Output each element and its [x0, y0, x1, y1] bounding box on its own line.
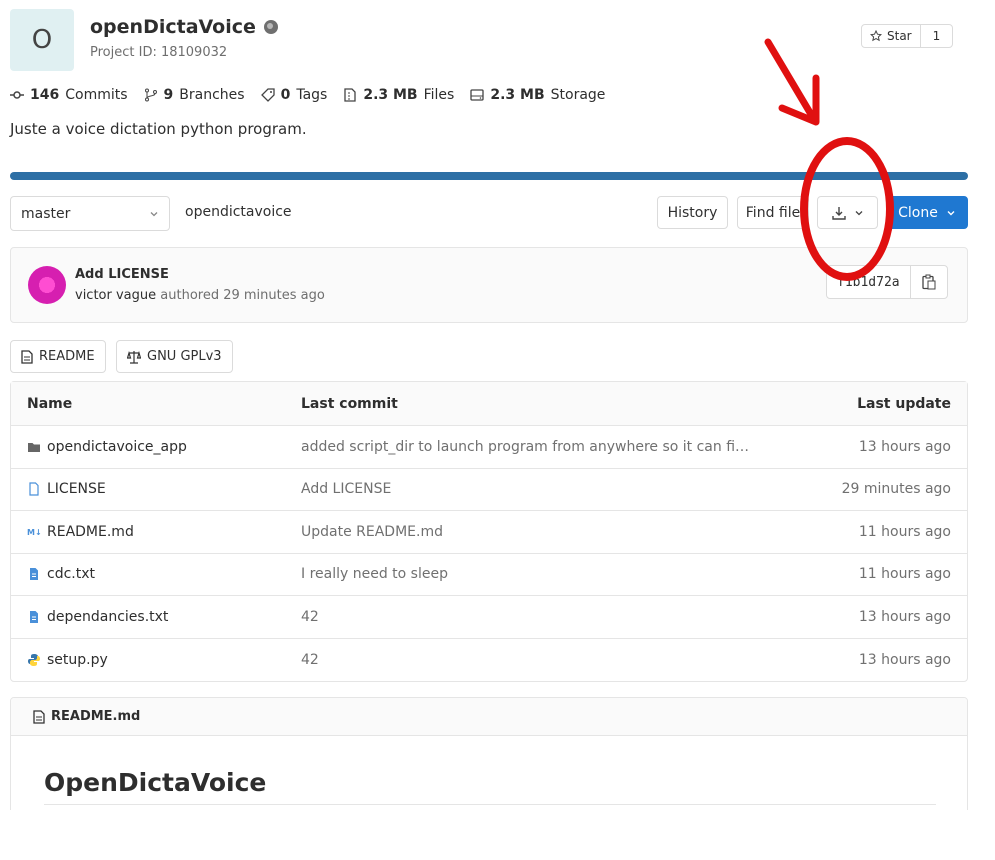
commit-time: authored 29 minutes ago	[160, 288, 325, 303]
file-name[interactable]: dependancies.txt	[47, 609, 168, 625]
page-bottom	[0, 810, 995, 860]
chevron-down-icon	[947, 210, 955, 215]
file-name[interactable]: setup.py	[47, 652, 108, 668]
commit-meta: victor vague authored 29 minutes ago	[75, 288, 325, 303]
table-header: Name Last commit Last update	[11, 382, 967, 426]
text-file-icon	[30, 568, 38, 581]
last-commit-panel: Add LICENSE victor vague authored 29 min…	[10, 247, 968, 323]
table-row[interactable]: setup.py 42 13 hours ago	[11, 639, 967, 682]
branch-dropdown[interactable]: master	[10, 196, 170, 231]
table-row[interactable]: opendictavoice_app added script_dir to l…	[11, 426, 967, 469]
history-button[interactable]: History	[657, 196, 728, 229]
file-updated: 29 minutes ago	[841, 481, 951, 498]
project-description: Juste a voice dictation python program.	[10, 120, 307, 138]
file-updated: 13 hours ago	[858, 608, 951, 625]
file-commit-message[interactable]: added script_dir to launch program from …	[301, 439, 761, 455]
file-updated: 13 hours ago	[858, 651, 951, 668]
file-name[interactable]: README.md	[47, 524, 134, 540]
commit-title[interactable]: Add LICENSE	[75, 267, 169, 282]
doc-text-icon	[21, 349, 33, 364]
readme-divider	[44, 804, 936, 805]
star-button[interactable]: Star 1	[861, 24, 954, 48]
markdown-icon: M↓	[27, 528, 41, 537]
project-name[interactable]: openDictaVoice	[90, 16, 256, 38]
file-tree-table: Name Last commit Last update opendictavo…	[10, 381, 968, 682]
globe-icon	[263, 20, 278, 34]
file-commit-message[interactable]: Add LICENSE	[301, 481, 761, 497]
branches-link[interactable]: 9 Branches	[144, 87, 245, 103]
tags-link[interactable]: 0 Tags	[260, 87, 327, 103]
storage-icon	[470, 89, 484, 101]
download-icon	[831, 206, 846, 220]
table-row[interactable]: M↓ README.md Update README.md 11 hours a…	[11, 511, 967, 554]
readme-badge-button[interactable]: README	[10, 340, 106, 373]
avatar[interactable]	[28, 266, 66, 304]
files-link[interactable]: 2.3 MB Files	[343, 87, 454, 103]
breadcrumb-path[interactable]: opendictavoice	[185, 204, 292, 220]
file-name[interactable]: LICENSE	[47, 481, 106, 497]
folder-icon	[28, 442, 40, 452]
header-last-commit: Last commit	[301, 395, 398, 412]
file-name[interactable]: opendictavoice_app	[47, 439, 187, 455]
file-commit-message[interactable]: 42	[301, 609, 761, 625]
commit-sha-group: f1b1d72a	[826, 265, 948, 299]
commit-sha[interactable]: f1b1d72a	[827, 266, 911, 298]
annotation-arrow-icon	[764, 38, 820, 126]
doc-text-icon	[33, 709, 45, 724]
file-zip-icon	[344, 88, 356, 102]
readme-header: README.md	[11, 698, 967, 736]
license-badge-button[interactable]: GNU GPLv3	[116, 340, 233, 373]
chevron-down-icon	[855, 210, 862, 215]
star-label[interactable]: Star	[862, 25, 921, 47]
file-name[interactable]: cdc.txt	[47, 566, 95, 582]
readme-heading: OpenDictaVoice	[44, 768, 267, 797]
table-row[interactable]: cdc.txt I really need to sleep 11 hours …	[11, 554, 967, 596]
readme-panel: README.md OpenDictaVoice	[10, 697, 968, 817]
star-count[interactable]: 1	[921, 25, 953, 47]
find-file-button[interactable]: Find file	[737, 196, 809, 229]
file-updated: 11 hours ago	[858, 566, 951, 583]
file-commit-message[interactable]: I really need to sleep	[301, 566, 761, 582]
project-stats: 146 Commits 9 Branches 0 Tags 2.3 MB Files 2…	[10, 87, 605, 103]
header-name: Name	[27, 395, 73, 412]
svg-text:M↓: M↓	[27, 528, 41, 537]
table-row[interactable]: LICENSE Add LICENSE 29 minutes ago	[11, 469, 967, 511]
readme-filename[interactable]: README.md	[51, 709, 140, 724]
file-commit-message[interactable]: Update README.md	[301, 524, 761, 540]
text-file-icon	[30, 610, 38, 623]
copy-sha-button[interactable]	[911, 266, 947, 298]
project-title[interactable]: openDictaVoice	[90, 16, 278, 38]
tag-icon	[260, 88, 275, 102]
project-id: Project ID: 18109032	[90, 45, 228, 60]
file-updated: 13 hours ago	[858, 438, 951, 455]
commits-link[interactable]: 146 Commits	[10, 87, 128, 103]
file-commit-message[interactable]: 42	[301, 652, 761, 668]
header-last-update: Last update	[857, 395, 951, 412]
storage-link[interactable]: 2.3 MB Storage	[470, 87, 605, 103]
download-button[interactable]	[817, 196, 878, 229]
chevron-down-icon	[150, 211, 158, 216]
scale-icon	[127, 350, 141, 364]
clone-button[interactable]: Clone	[886, 196, 968, 229]
repository-languages-bar	[10, 172, 968, 180]
clipboard-icon	[921, 274, 936, 290]
commit-author[interactable]: victor vague	[75, 288, 156, 303]
project-avatar: O	[10, 9, 74, 71]
branch-icon	[144, 88, 157, 102]
python-icon	[28, 653, 40, 666]
table-row[interactable]: dependancies.txt 42 13 hours ago	[11, 596, 967, 639]
star-icon	[870, 30, 882, 42]
commit-icon	[10, 91, 24, 99]
file-updated: 11 hours ago	[858, 523, 951, 540]
file-icon	[29, 482, 39, 496]
branch-name: master	[21, 205, 71, 222]
